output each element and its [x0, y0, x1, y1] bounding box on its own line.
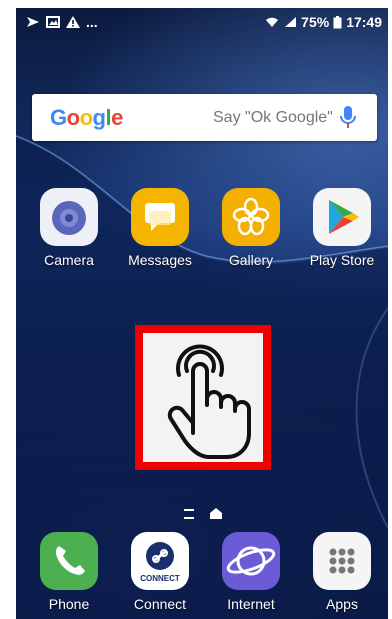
google-logo-letter: o: [79, 105, 93, 130]
tap-gesture-overlay: [135, 325, 271, 470]
app-label: Play Store: [309, 252, 375, 268]
status-bar: ... 75% 17:49: [16, 8, 388, 36]
app-camera[interactable]: Camera: [24, 188, 114, 268]
messages-icon: [131, 188, 189, 246]
home-page-icon: [210, 508, 222, 519]
wifi-icon: [266, 17, 279, 27]
signal-icon: [285, 17, 297, 27]
google-logo-letter: g: [92, 105, 106, 130]
menu-lines-icon: [184, 508, 194, 519]
overlay-panel: [143, 333, 263, 462]
apps-grid-icon: [313, 532, 371, 590]
google-logo-letter: G: [50, 105, 67, 130]
dock-apps[interactable]: Apps: [297, 532, 387, 612]
search-hint: Say "Ok Google": [213, 109, 333, 126]
google-search-widget[interactable]: Google Say "Ok Google": [32, 94, 377, 141]
google-logo-letter: o: [66, 105, 80, 130]
app-label: Internet: [227, 596, 275, 612]
dock-internet[interactable]: Internet: [206, 532, 296, 612]
mic-icon[interactable]: [340, 105, 356, 131]
warning-icon: [66, 16, 80, 28]
notification-icons: ...: [26, 14, 98, 30]
connect-badge: CONNECT: [140, 574, 180, 583]
tap-hand-icon: [167, 344, 251, 459]
connect-icon: CONNECT: [131, 532, 189, 590]
app-messages[interactable]: Messages: [115, 188, 205, 268]
page-indicator[interactable]: [184, 508, 222, 519]
play-store-icon: [313, 188, 371, 246]
app-label: Connect: [133, 596, 187, 612]
app-label: Phone: [48, 596, 90, 612]
image-icon: [46, 16, 60, 28]
app-label: Apps: [326, 596, 358, 612]
dock-connect[interactable]: CONNECT Connect: [115, 532, 205, 612]
app-play-store[interactable]: Play Store: [297, 188, 387, 268]
clock: 17:49: [346, 14, 382, 30]
app-label: Gallery: [228, 252, 274, 268]
app-gallery[interactable]: Gallery: [206, 188, 296, 268]
system-icons: 75% 17:49: [265, 14, 382, 30]
battery-percent: 75%: [301, 14, 330, 30]
google-logo: Google: [50, 105, 123, 131]
more-notifications-text: ...: [86, 14, 98, 30]
phone-icon: [40, 532, 98, 590]
app-label: Messages: [128, 252, 192, 268]
send-icon: [27, 17, 39, 27]
app-label: Camera: [44, 252, 94, 268]
gallery-icon: [222, 188, 280, 246]
internet-icon: [222, 532, 280, 590]
google-logo-letter: e: [111, 105, 123, 130]
home-screen: ... 75% 17:49 Google Say "Ok Google" Cam…: [16, 8, 388, 619]
dock-phone[interactable]: Phone: [24, 532, 114, 612]
camera-icon: [40, 188, 98, 246]
battery-icon: [333, 15, 342, 28]
